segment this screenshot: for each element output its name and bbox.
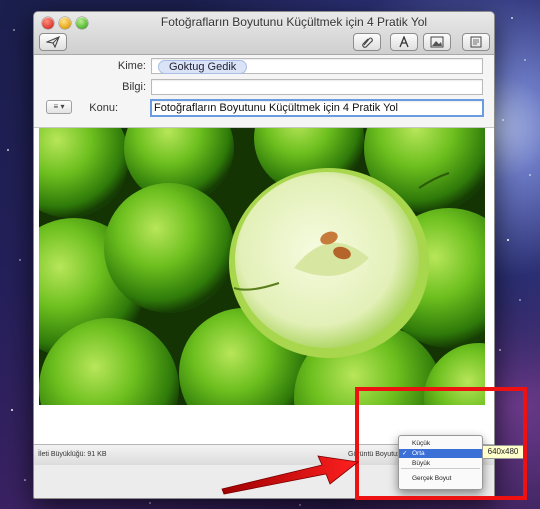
close-button[interactable] (42, 17, 54, 29)
to-field[interactable]: Goktug Gedik (151, 58, 483, 74)
paperclip-icon (362, 37, 373, 48)
photo-browser-button[interactable] (423, 33, 451, 51)
paper-plane-icon (46, 36, 60, 48)
highlight-box (355, 387, 527, 500)
recipient-token[interactable]: Goktug Gedik (158, 60, 248, 74)
window-title: Fotoğrafların Boyutunu Küçültmek için 4 … (160, 15, 428, 29)
font-icon (399, 36, 409, 48)
stationery-button[interactable] (462, 33, 490, 51)
green-apples-photo (39, 128, 485, 405)
send-button[interactable] (39, 33, 67, 51)
cc-field[interactable] (151, 79, 483, 95)
subject-label: Konu: (89, 102, 118, 114)
to-label: Kime: (117, 60, 146, 72)
attach-button[interactable] (353, 33, 381, 51)
minimize-button[interactable] (59, 17, 71, 29)
photo-icon (430, 36, 444, 48)
cc-label: Bilgi: (122, 81, 146, 93)
stationery-icon (470, 36, 482, 48)
zoom-button[interactable] (76, 17, 88, 29)
format-button[interactable] (390, 33, 418, 51)
message-header: Kime: Goktug Gedik Bilgi: ≡ ▾ Konu: Foto… (34, 55, 494, 128)
message-size-label: İleti Büyüklüğü: 91 KB (38, 451, 107, 458)
subject-field[interactable]: Fotoğrafların Boyutunu Küçültmek için 4 … (150, 99, 484, 117)
title-bar: Fotoğrafların Boyutunu Küçültmek için 4 … (34, 12, 494, 55)
